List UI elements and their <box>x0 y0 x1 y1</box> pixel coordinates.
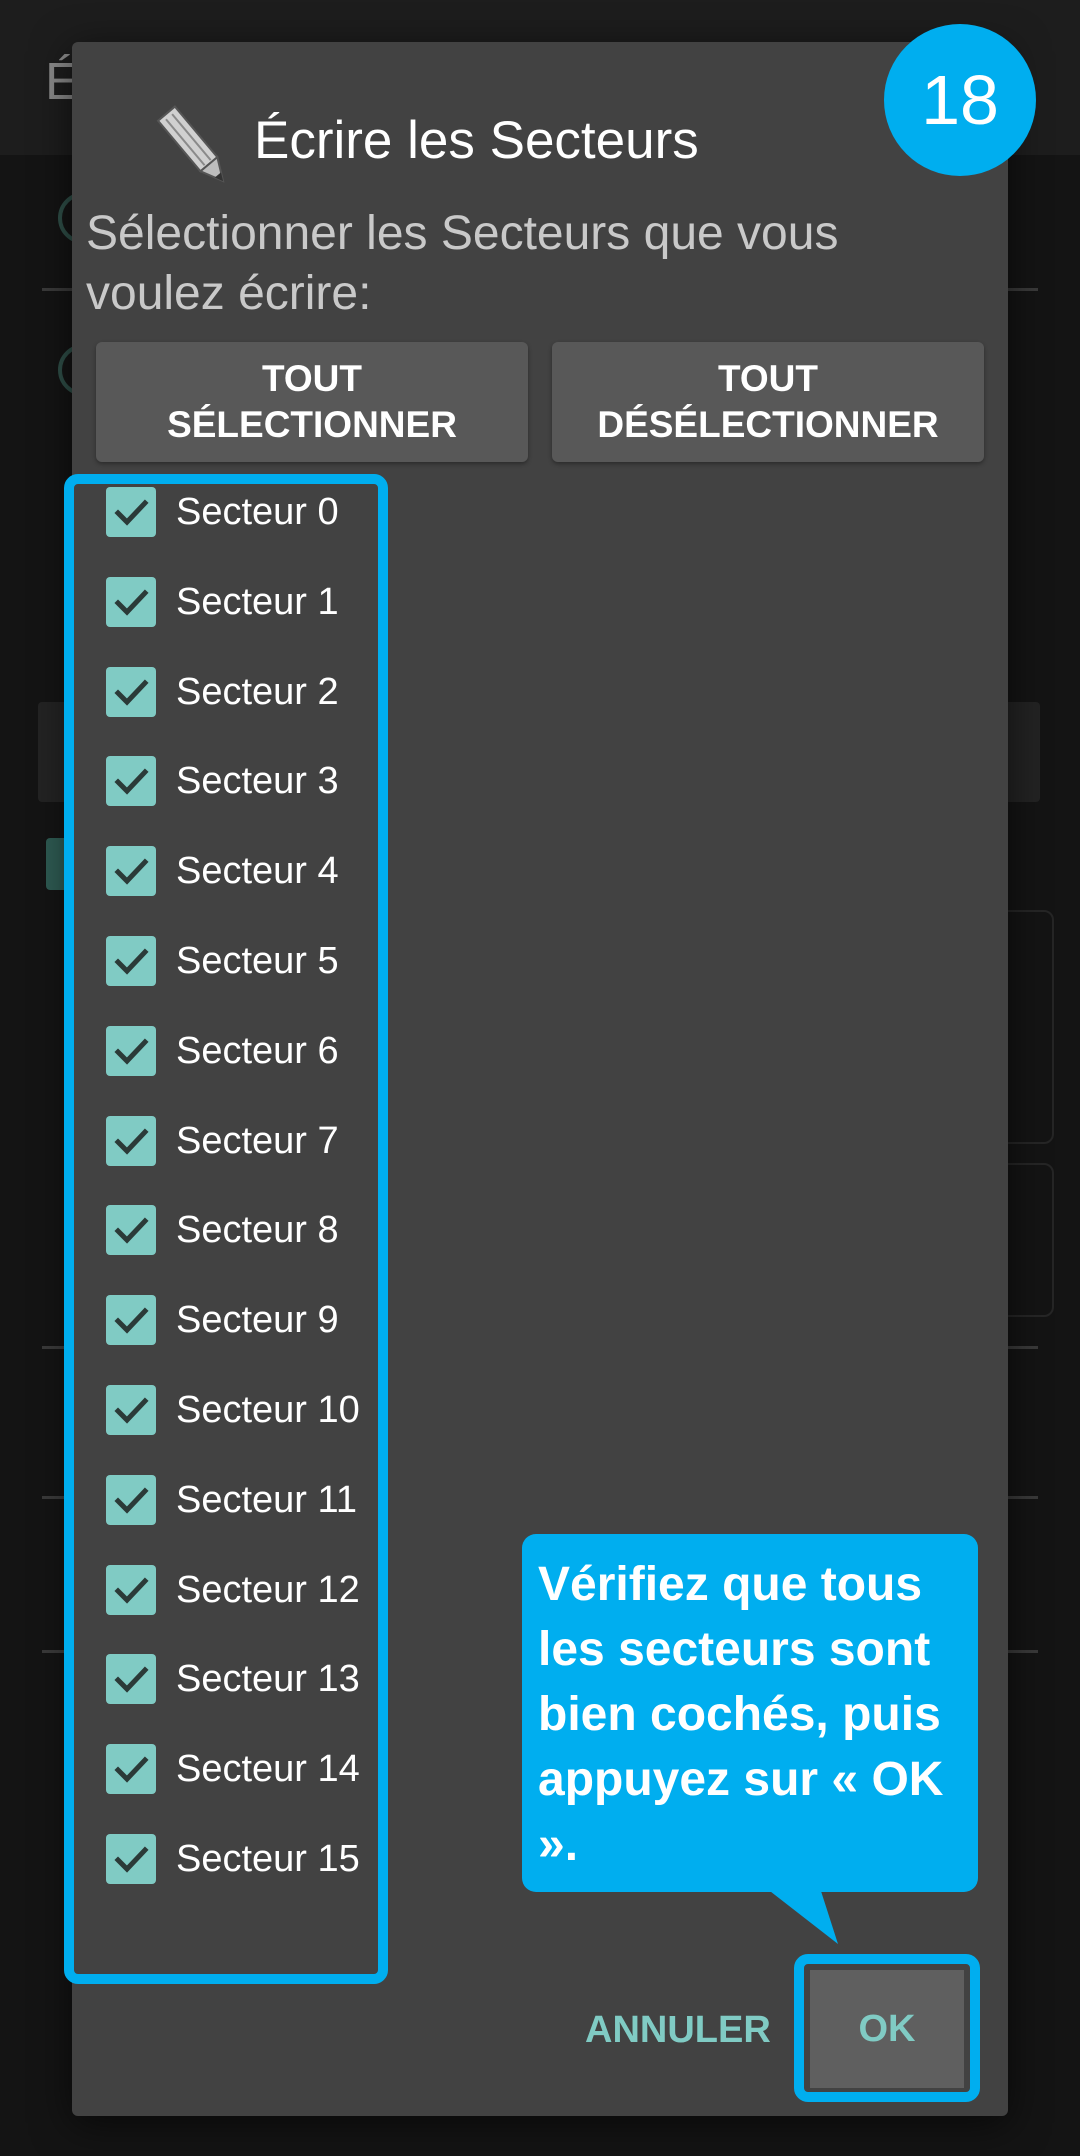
ok-button-highlight <box>794 1954 980 2102</box>
dialog-message: Sélectionner les Secteurs que vous voule… <box>86 207 839 320</box>
instruction-callout: Vérifiez que tous les secteurs sont bien… <box>522 1534 978 1892</box>
callout-pointer <box>766 1888 838 1944</box>
deselect-all-line1: TOUT <box>717 358 819 399</box>
sector-list-highlight <box>64 474 388 1984</box>
step-badge: 18 <box>884 24 1036 176</box>
select-all-line1: TOUT <box>261 358 363 399</box>
dialog-title: Écrire les Secteurs <box>254 111 699 170</box>
select-all-line2: SÉLECTIONNER <box>167 404 457 445</box>
deselect-all-line2: DÉSÉLECTIONNER <box>597 404 939 445</box>
select-all-button[interactable]: TOUT SÉLECTIONNER <box>96 342 528 462</box>
pencil-icon <box>156 105 225 183</box>
cancel-button[interactable]: ANNULER <box>585 2009 771 2052</box>
deselect-all-button[interactable]: TOUT DÉSÉLECTIONNER <box>552 342 984 462</box>
